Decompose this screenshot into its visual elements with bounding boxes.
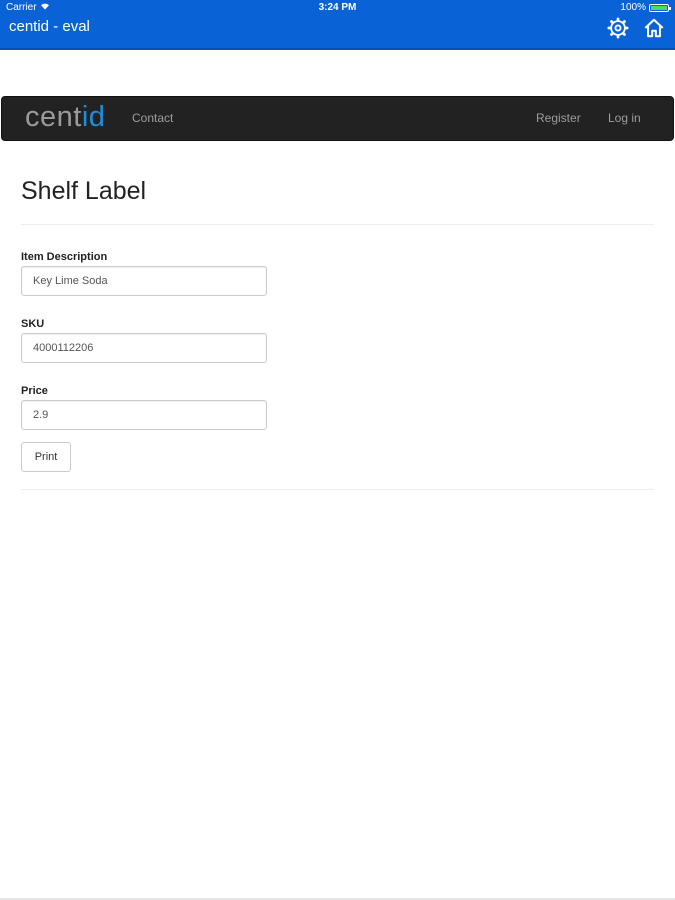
brand-logo[interactable]: centid — [25, 100, 105, 134]
title-bar: Carrier 3:24 PM 100% centid - eval — [0, 0, 675, 50]
status-battery: 100% — [620, 2, 671, 13]
app-title: centid - eval — [9, 18, 90, 35]
item-description-label: Item Description — [21, 251, 108, 263]
divider — [21, 224, 654, 225]
brand-text-cent: cent — [25, 101, 82, 133]
nav-register-link[interactable]: Register — [536, 111, 581, 125]
sku-label: SKU — [21, 318, 45, 330]
site-navbar: centid Contact Register Log in — [1, 96, 674, 141]
battery-percent: 100% — [620, 2, 646, 13]
page-title: Shelf Label — [21, 177, 147, 205]
sku-input[interactable] — [21, 333, 267, 363]
item-description-input[interactable] — [21, 266, 267, 296]
price-label: Price — [21, 385, 48, 397]
divider — [21, 489, 654, 490]
brand-text-id: id — [81, 101, 106, 133]
print-button[interactable]: Print — [21, 442, 71, 472]
price-input[interactable] — [21, 400, 267, 430]
gear-icon[interactable] — [607, 17, 629, 39]
nav-contact-link[interactable]: Contact — [132, 111, 173, 125]
status-time: 3:24 PM — [318, 2, 357, 13]
home-icon[interactable] — [643, 17, 665, 39]
battery-level — [651, 5, 667, 10]
nav-login-link[interactable]: Log in — [608, 111, 641, 125]
battery-icon — [649, 3, 671, 12]
